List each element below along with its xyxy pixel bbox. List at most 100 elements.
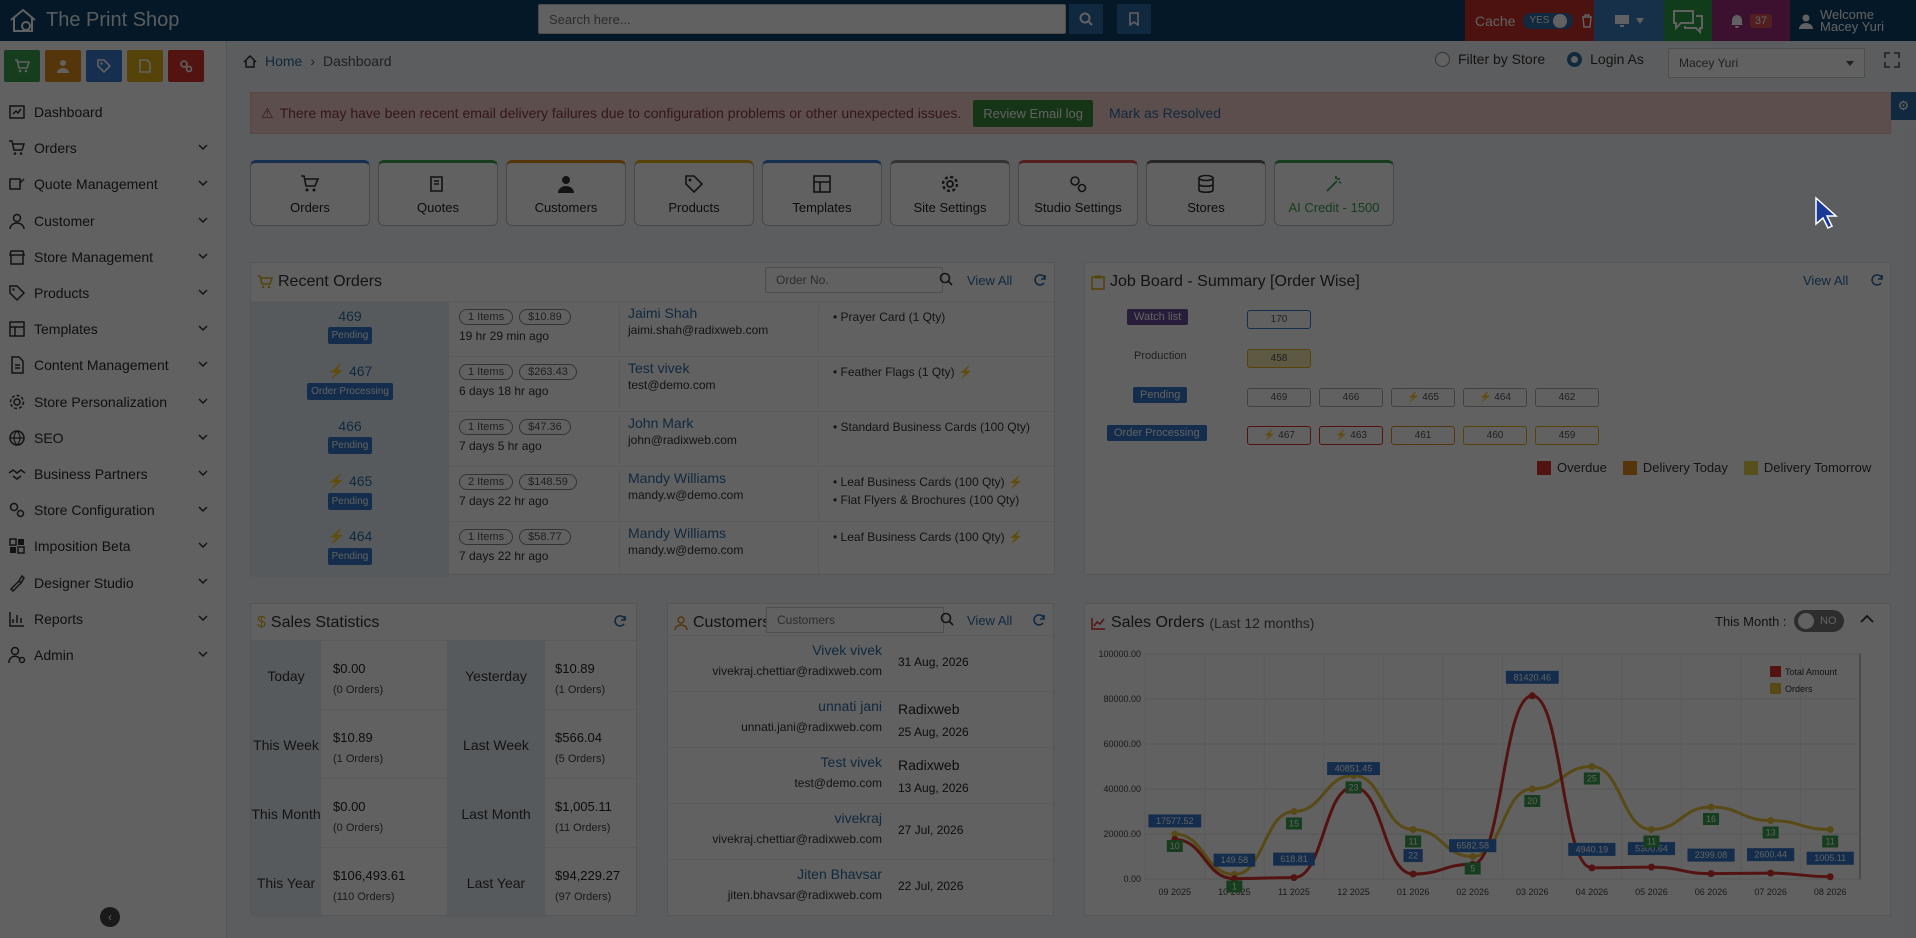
job-board-box[interactable]: 460	[1463, 426, 1527, 445]
review-email-log-button[interactable]: Review Email log	[973, 99, 1093, 127]
customer-name-link[interactable]: John Mark	[628, 415, 818, 431]
customer-row[interactable]: Vivek vivek vivekraj.chettiar@radixweb.co…	[668, 635, 1053, 691]
order-number-search-input[interactable]	[765, 267, 943, 293]
mark-resolved-link[interactable]: Mark as Resolved	[1109, 105, 1221, 121]
order-number[interactable]: 464	[349, 528, 372, 544]
refresh-icon[interactable]	[1870, 273, 1884, 287]
job-board-box[interactable]: 466	[1319, 388, 1383, 407]
refresh-icon[interactable]	[613, 614, 627, 628]
trash-icon[interactable]	[1581, 13, 1593, 28]
job-board-box[interactable]: 459	[1535, 426, 1599, 445]
sidebar-item-templates[interactable]: Templates	[0, 311, 226, 347]
customer-row[interactable]: unnati jani unnati.jani@radixweb.com Radix…	[668, 691, 1053, 747]
device-menu[interactable]	[1594, 0, 1664, 41]
sidebar-item-store-configuration[interactable]: Store Configuration	[0, 492, 226, 528]
customer-name-link[interactable]: Test vivek	[821, 754, 882, 770]
job-board-box[interactable]: ⚡ 464	[1463, 388, 1527, 407]
search-icon[interactable]	[939, 272, 953, 286]
quick-cart-button[interactable]	[4, 50, 40, 82]
sidebar-item-quote-management[interactable]: Quote Management	[0, 166, 226, 202]
watch-list-label[interactable]: Watch list	[1127, 309, 1189, 325]
login-as-select[interactable]: Macey Yuri	[1668, 48, 1865, 78]
tile-orders[interactable]: Orders	[250, 160, 370, 226]
tile-ai-credit[interactable]: AI Credit - 1500	[1274, 160, 1394, 226]
tile-templates[interactable]: Templates	[762, 160, 882, 226]
job-board-box[interactable]: ⚡ 465	[1391, 388, 1455, 407]
sidebar-item-orders[interactable]: Orders	[0, 130, 226, 166]
order-number[interactable]: 467	[349, 363, 372, 379]
order-number[interactable]: 469	[251, 308, 449, 324]
sidebar-item-imposition-beta[interactable]: Imposition Beta	[0, 528, 226, 564]
recent-order-row[interactable]: 466 Pending 1 Items $47.36 7 days 5 hr ago …	[251, 411, 1054, 467]
quick-document-button[interactable]	[127, 50, 163, 82]
job-board-box[interactable]: 461	[1391, 426, 1455, 445]
customer-name-link[interactable]: vivekraj	[835, 810, 882, 826]
tile-customers[interactable]: Customers	[506, 160, 626, 226]
quick-customer-button[interactable]	[45, 50, 81, 82]
customer-name-link[interactable]: Mandy Williams	[628, 470, 818, 486]
login-as-radio[interactable]	[1567, 51, 1583, 67]
customer-row[interactable]: Jiten Bhavsar jiten.bhavsar@radixweb.com 2…	[668, 859, 1053, 915]
global-search-input[interactable]	[538, 4, 1066, 34]
job-board-box[interactable]: 469	[1247, 388, 1311, 407]
customer-row[interactable]: vivekraj vivekraj.chettiar@radixweb.com 27…	[668, 803, 1053, 859]
pending-label[interactable]: Pending	[1133, 387, 1188, 403]
customer-name-link[interactable]: Jiten Bhavsar	[797, 866, 882, 882]
chat-button[interactable]	[1664, 0, 1712, 41]
app-logo[interactable]: The Print Shop	[8, 6, 179, 34]
recent-order-row[interactable]: 469 Pending 1 Items $10.89 19 hr 29 min ago…	[251, 301, 1054, 357]
recent-order-row[interactable]: ⚡ 465 Pending 2 Items $148.59 7 days 22 hr …	[251, 466, 1054, 522]
recent-orders-view-all-link[interactable]: View All	[967, 273, 1012, 288]
chevron-up-icon[interactable]	[1860, 614, 1874, 624]
sidebar-item-seo[interactable]: SEO	[0, 420, 226, 456]
customer-name-link[interactable]: Test vivek	[628, 360, 818, 376]
fullscreen-button[interactable]	[1884, 52, 1900, 71]
this-month-toggle[interactable]: NO	[1794, 610, 1844, 632]
tile-studio-settings[interactable]: Studio Settings	[1018, 160, 1138, 226]
search-button[interactable]	[1069, 4, 1103, 34]
quick-settings-button[interactable]	[168, 50, 204, 82]
sidebar-item-store-personalization[interactable]: Store Personalization	[0, 384, 226, 420]
sidebar-item-store-management[interactable]: Store Management	[0, 239, 226, 275]
breadcrumb-home-link[interactable]: Home	[265, 53, 302, 69]
recent-order-row[interactable]: ⚡ 464 Pending 1 Items $58.77 7 days 22 hr a…	[251, 521, 1054, 577]
user-menu[interactable]: Welcome Macey Yuri	[1790, 0, 1916, 41]
customer-name-link[interactable]: Jaimi Shah	[628, 305, 818, 321]
job-board-box[interactable]: 458	[1247, 349, 1311, 368]
recent-order-row[interactable]: ⚡ 467 Order Processing 1 Items $263.43 6 da…	[251, 356, 1054, 412]
tile-stores[interactable]: Stores	[1146, 160, 1266, 226]
sidebar-item-dashboard[interactable]: Dashboard	[0, 94, 226, 130]
tile-quotes[interactable]: Quotes	[378, 160, 498, 226]
customers-view-all-link[interactable]: View All	[967, 613, 1012, 628]
customer-row[interactable]: Test vivek test@demo.com Radixweb 13 Aug, 2…	[668, 747, 1053, 803]
sidebar-item-business-partners[interactable]: Business Partners	[0, 456, 226, 492]
sidebar-item-content-management[interactable]: Content Management	[0, 347, 226, 383]
tile-site-settings[interactable]: Site Settings	[890, 160, 1010, 226]
cache-toggle[interactable]: YES	[1523, 12, 1574, 29]
sidebar-item-designer-studio[interactable]: Designer Studio	[0, 564, 226, 600]
notifications-button[interactable]: 37	[1712, 0, 1790, 41]
order-number[interactable]: 465	[349, 473, 372, 489]
order-processing-label[interactable]: Order Processing	[1107, 425, 1207, 441]
search-icon[interactable]	[940, 612, 954, 626]
tile-products[interactable]: Products	[634, 160, 754, 226]
sidebar-item-admin[interactable]: Admin	[0, 637, 226, 673]
order-number[interactable]: 466	[251, 418, 449, 434]
collapse-sidebar-button[interactable]: ‹	[100, 907, 120, 927]
customer-name-link[interactable]: Vivek vivek	[812, 642, 882, 658]
customer-name-link[interactable]: Mandy Williams	[628, 525, 818, 541]
customer-search-input[interactable]	[766, 607, 944, 633]
job-board-view-all-link[interactable]: View All	[1803, 273, 1848, 288]
job-board-box[interactable]: 462	[1535, 388, 1599, 407]
settings-side-button[interactable]: ⚙	[1891, 92, 1916, 120]
quick-tag-button[interactable]	[86, 50, 122, 82]
job-board-box[interactable]: ⚡ 467	[1247, 426, 1311, 445]
filter-by-store-radio[interactable]	[1435, 51, 1450, 67]
refresh-icon[interactable]	[1033, 273, 1047, 287]
refresh-icon[interactable]	[1032, 613, 1046, 627]
sidebar-item-products[interactable]: Products	[0, 275, 226, 311]
job-board-box[interactable]: ⚡ 463	[1319, 426, 1383, 445]
sidebar-item-reports[interactable]: Reports	[0, 601, 226, 637]
job-board-box[interactable]: 170	[1247, 310, 1311, 329]
customer-name-link[interactable]: unnati jani	[818, 698, 882, 714]
